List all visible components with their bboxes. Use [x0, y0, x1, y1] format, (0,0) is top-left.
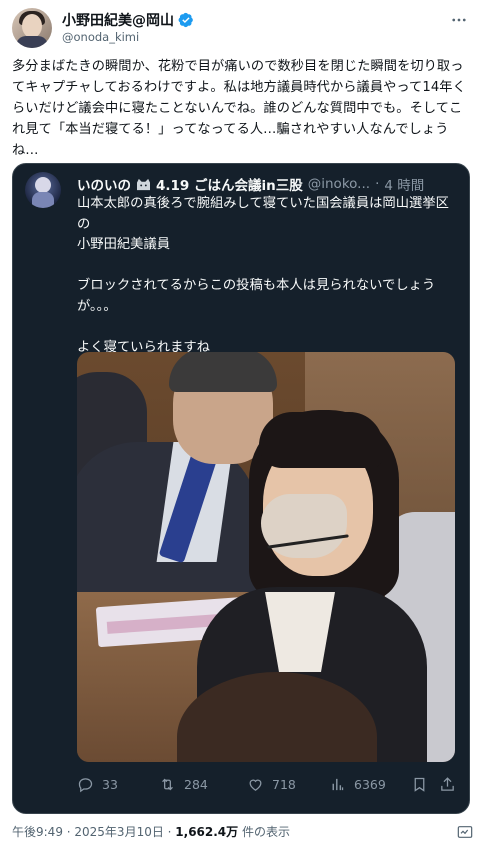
- tweet-timestamp[interactable]: 午後9:49 · 2025年3月10日 ·: [12, 825, 175, 839]
- quoted-photo[interactable]: [77, 352, 455, 762]
- share-button[interactable]: [439, 776, 456, 793]
- more-icon: [452, 18, 466, 22]
- tweet-view-count: 1,662.4万: [175, 825, 239, 839]
- repost-button[interactable]: 284: [159, 776, 208, 793]
- quoted-author-handle[interactable]: @inoko...: [308, 176, 370, 192]
- quoted-timestamp[interactable]: 4 時間: [384, 174, 424, 194]
- quoted-separator-dot: ·: [375, 176, 380, 192]
- author-handle[interactable]: @onoda_kimi: [62, 30, 139, 44]
- like-count: 718: [272, 777, 296, 792]
- author-display-name[interactable]: 小野田紀美@岡山: [62, 10, 174, 30]
- repost-icon: [162, 778, 173, 791]
- quoted-author-name-part1[interactable]: いのいの: [77, 174, 131, 194]
- quoted-author-name-part2[interactable]: 4.19 ごはん会議in三股: [156, 174, 303, 194]
- reply-count: 33: [102, 777, 118, 792]
- tweet-header: 小野田紀美@岡山 @onoda_kimi: [12, 8, 471, 48]
- quoted-text: 山本太郎の真後ろで腕組みして寝ていた国会議員は岡山選挙区の 小野田紀美議員 ブロ…: [77, 196, 449, 355]
- views-count: 6369: [354, 777, 386, 792]
- verified-badge-icon: [178, 12, 193, 28]
- like-icon: [249, 779, 262, 791]
- reply-icon: [78, 778, 93, 793]
- quoted-header: いのいの 4.19 ごはん会議in三股 @inoko... · 4 時間: [77, 174, 424, 194]
- quoted-action-bar: 33 284 718 6369: [77, 776, 455, 800]
- cat-emoji-icon: [137, 178, 150, 190]
- views-icon: [332, 778, 344, 791]
- tweet-text: 多分まばたきの瞬間か、花粉で目が痛いので数秒目を閉じた瞬間を切り取ってキャプチャ…: [12, 59, 466, 158]
- author-name-row: 小野田紀美@岡山: [62, 10, 194, 30]
- quoted-author-avatar[interactable]: [25, 172, 61, 208]
- views-button[interactable]: 6369: [329, 776, 386, 793]
- more-button[interactable]: [449, 10, 469, 30]
- tweet-views-suffix: 件の表示: [238, 825, 290, 839]
- bookmark-button[interactable]: [411, 776, 428, 793]
- share-icon: [441, 777, 454, 791]
- bookmark-icon: [414, 777, 425, 792]
- quoted-tweet[interactable]: いのいの 4.19 ごはん会議in三股 @inoko... · 4 時間 山本太…: [12, 163, 470, 814]
- reply-button[interactable]: 33: [77, 776, 118, 793]
- tweet-footer: 午後9:49 · 2025年3月10日 · 1,662.4万 件の表示: [12, 823, 471, 840]
- grok-icon[interactable]: [457, 824, 473, 840]
- author-avatar[interactable]: [12, 8, 52, 48]
- repost-count: 284: [184, 777, 208, 792]
- like-button[interactable]: 718: [247, 776, 296, 793]
